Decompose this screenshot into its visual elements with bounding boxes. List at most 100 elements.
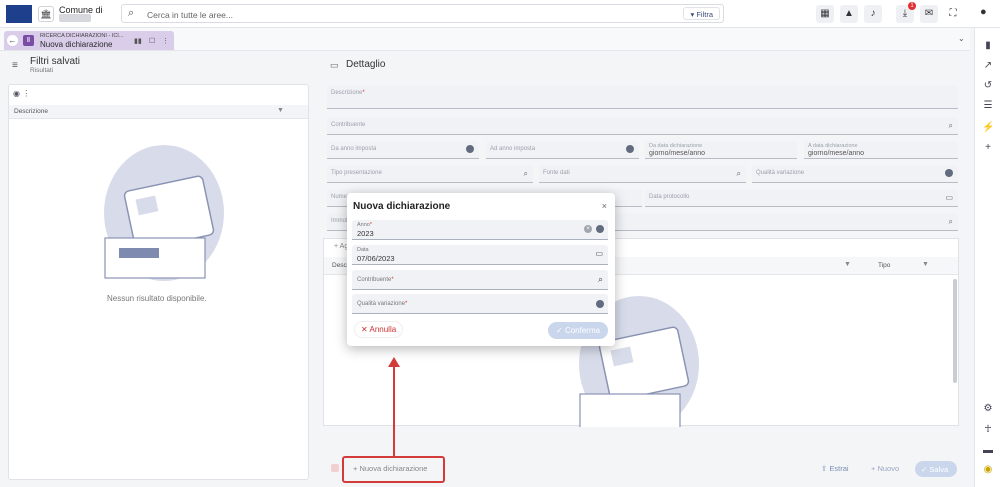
a-data-label: A data dichiarazione bbox=[808, 143, 858, 149]
descrizione-label: Descrizione* bbox=[331, 90, 365, 96]
dropdown-icon[interactable] bbox=[596, 300, 604, 308]
delete-icon[interactable] bbox=[331, 464, 339, 472]
data-protocollo-field[interactable]: Data protocollo ▭ bbox=[645, 189, 958, 207]
nuovo-button[interactable]: + Nuovo bbox=[871, 464, 899, 473]
global-search[interactable]: ⌕ Cerca in tutte le aree... ▾ Filtra bbox=[121, 4, 724, 23]
book-icon[interactable]: ▮ bbox=[982, 40, 994, 52]
module-icon: Ⅱ bbox=[23, 35, 34, 46]
contribuente-field[interactable]: Contribuente ⌕ bbox=[327, 117, 958, 135]
right-sidebar: ▮ ↗ ↺ ☰ ⚡ + ⚙ ☥ ▬ ◉ bbox=[974, 28, 1000, 487]
tipo-presentazione-field[interactable]: Tipo presentazione ⌕ bbox=[327, 165, 533, 183]
more-icon[interactable]: ⋮ bbox=[162, 37, 169, 45]
history-icon[interactable]: ↺ bbox=[982, 80, 994, 92]
qualita-variazione-label: Qualità variazione* bbox=[357, 301, 408, 307]
empty-illustration bbox=[104, 145, 224, 281]
fullscreen-icon[interactable]: ⛶ bbox=[944, 5, 962, 23]
menu-icon[interactable]: ≡ bbox=[12, 60, 18, 71]
annotation-highlight bbox=[342, 456, 445, 483]
bookmark-icon[interactable]: ☐ bbox=[149, 37, 155, 45]
saved-filters-title: Filtri salvati bbox=[30, 56, 81, 67]
search-icon[interactable]: ⌕ bbox=[598, 274, 603, 285]
da-data-field[interactable]: Da data dichiarazione giorno/mese/anno bbox=[645, 141, 797, 159]
accessibility-icon[interactable]: ☥ bbox=[982, 424, 994, 436]
panel-icon: ▭ bbox=[330, 60, 339, 70]
column-descrizione[interactable]: Descrizione bbox=[14, 108, 48, 115]
dropdown-icon[interactable] bbox=[626, 145, 634, 153]
qualita-variazione-field[interactable]: Qualità variazione bbox=[752, 165, 958, 183]
tipo-presentazione-label: Tipo presentazione bbox=[331, 170, 382, 176]
column-tipo[interactable]: Tipo bbox=[878, 262, 890, 269]
comune-name-redacted bbox=[59, 14, 91, 22]
dashboard-icon[interactable]: ▦ bbox=[816, 5, 834, 23]
da-anno-label: Da anno imposta bbox=[331, 146, 377, 152]
tab-breadcrumb: RICERCA DICHIARAZIONI - ICI... bbox=[40, 33, 124, 39]
warning-icon[interactable]: ▲ bbox=[840, 5, 858, 23]
data-field[interactable]: Data 07/06/2023 ▭ bbox=[352, 245, 608, 265]
municipality-icon[interactable]: 🏛 bbox=[38, 6, 54, 22]
gear-icon[interactable]: ⚙ bbox=[982, 403, 994, 415]
list-icon[interactable]: ☰ bbox=[982, 100, 994, 112]
user-icon[interactable]: ● bbox=[980, 6, 987, 18]
salva-button[interactable]: ✓ Salva bbox=[915, 461, 957, 477]
download-icon[interactable]: ⤓ 1 bbox=[896, 2, 916, 23]
scrollbar[interactable] bbox=[953, 279, 957, 383]
cancel-button[interactable]: ✕ Annulla bbox=[354, 321, 404, 338]
clear-icon[interactable]: × bbox=[584, 225, 592, 233]
data-label: Data bbox=[357, 247, 369, 253]
results-panel: ◉ ⋮ Descrizione ▼ Nessun risultato dispo… bbox=[8, 84, 309, 480]
annotation-arrow bbox=[393, 364, 395, 456]
da-anno-field[interactable]: Da anno imposta bbox=[327, 141, 479, 159]
chevron-down-icon[interactable]: ⌄ bbox=[958, 34, 965, 43]
add-icon[interactable]: + bbox=[982, 142, 994, 154]
top-bar: 🏛 Comune di ⌕ Cerca in tutte le aree... … bbox=[0, 0, 1000, 28]
tab-title: Nuova dichiarazione bbox=[40, 40, 113, 49]
estrai-button[interactable]: ⇧ Estrai bbox=[821, 464, 849, 473]
results-subtitle: Risultati bbox=[30, 67, 54, 74]
empty-message: Nessun risultato disponibile. bbox=[107, 294, 207, 303]
qualita-variazione-label: Qualità variazione bbox=[756, 170, 805, 176]
back-icon[interactable]: ← bbox=[7, 35, 18, 46]
download-badge: 1 bbox=[908, 2, 916, 10]
dialog-title: Nuova dichiarazione bbox=[353, 201, 451, 212]
dropdown-icon[interactable] bbox=[466, 145, 474, 153]
pin-icon[interactable]: ▮▮ bbox=[134, 37, 142, 45]
new-declaration-dialog: Nuova dichiarazione × Anno* 2023 × Data … bbox=[347, 193, 615, 346]
search-icon[interactable]: ⌕ bbox=[737, 169, 741, 179]
fonte-dati-field[interactable]: Fonte dati ⌕ bbox=[539, 165, 746, 183]
tab-nuova-dichiarazione[interactable]: ← Ⅱ RICERCA DICHIARAZIONI - ICI... Nuova… bbox=[4, 31, 174, 50]
trend-icon[interactable]: ↗ bbox=[982, 60, 994, 72]
column-filter-icon[interactable]: ▼ bbox=[922, 261, 929, 268]
column-filter-icon[interactable]: ▼ bbox=[844, 261, 851, 268]
search-icon[interactable]: ⌕ bbox=[949, 217, 953, 227]
confirm-button[interactable]: ✓ Conferma bbox=[548, 322, 608, 339]
calendar-icon[interactable]: ▭ bbox=[945, 193, 953, 202]
plug-icon[interactable]: ⚡ bbox=[982, 122, 994, 134]
close-icon[interactable]: × bbox=[602, 201, 607, 211]
fonte-dati-label: Fonte dati bbox=[543, 170, 570, 176]
calendar-icon[interactable]: ▭ bbox=[595, 249, 603, 258]
bell-icon[interactable]: ♪ bbox=[864, 5, 882, 23]
contribuente-field[interactable]: Contribuente* ⌕ bbox=[352, 270, 608, 290]
a-data-field[interactable]: A data dichiarazione giorno/mese/anno bbox=[804, 141, 958, 159]
dropdown-icon[interactable] bbox=[596, 225, 604, 233]
qualita-variazione-field[interactable]: Qualità variazione* bbox=[352, 294, 608, 314]
search-input[interactable]: Cerca in tutte le aree... bbox=[147, 10, 233, 20]
filter-button[interactable]: ▾ Filtra bbox=[683, 7, 720, 20]
filter-label: Filtra bbox=[696, 10, 713, 19]
eye-icon[interactable]: ◉ ⋮ bbox=[13, 89, 30, 98]
mail-icon[interactable]: ✉ bbox=[920, 5, 938, 23]
dropdown-icon[interactable] bbox=[945, 169, 953, 177]
ad-anno-field[interactable]: Ad anno imposta bbox=[486, 141, 639, 159]
da-data-placeholder: giorno/mese/anno bbox=[649, 150, 706, 157]
search-icon[interactable]: ⌕ bbox=[949, 121, 953, 131]
chat-icon[interactable]: ▬ bbox=[982, 445, 994, 457]
salva-label: Salva bbox=[929, 465, 949, 474]
descrizione-field[interactable]: Descrizione* bbox=[327, 85, 958, 109]
contribuente-label: Contribuente bbox=[331, 122, 366, 128]
column-filter-icon[interactable]: ▼ bbox=[277, 107, 284, 114]
search-icon[interactable]: ⌕ bbox=[524, 169, 528, 179]
anno-field[interactable]: Anno* 2023 × bbox=[352, 220, 608, 240]
help-icon[interactable]: ◉ bbox=[982, 464, 994, 476]
a-data-placeholder: giorno/mese/anno bbox=[808, 150, 865, 157]
anno-label: Anno* bbox=[357, 222, 372, 228]
